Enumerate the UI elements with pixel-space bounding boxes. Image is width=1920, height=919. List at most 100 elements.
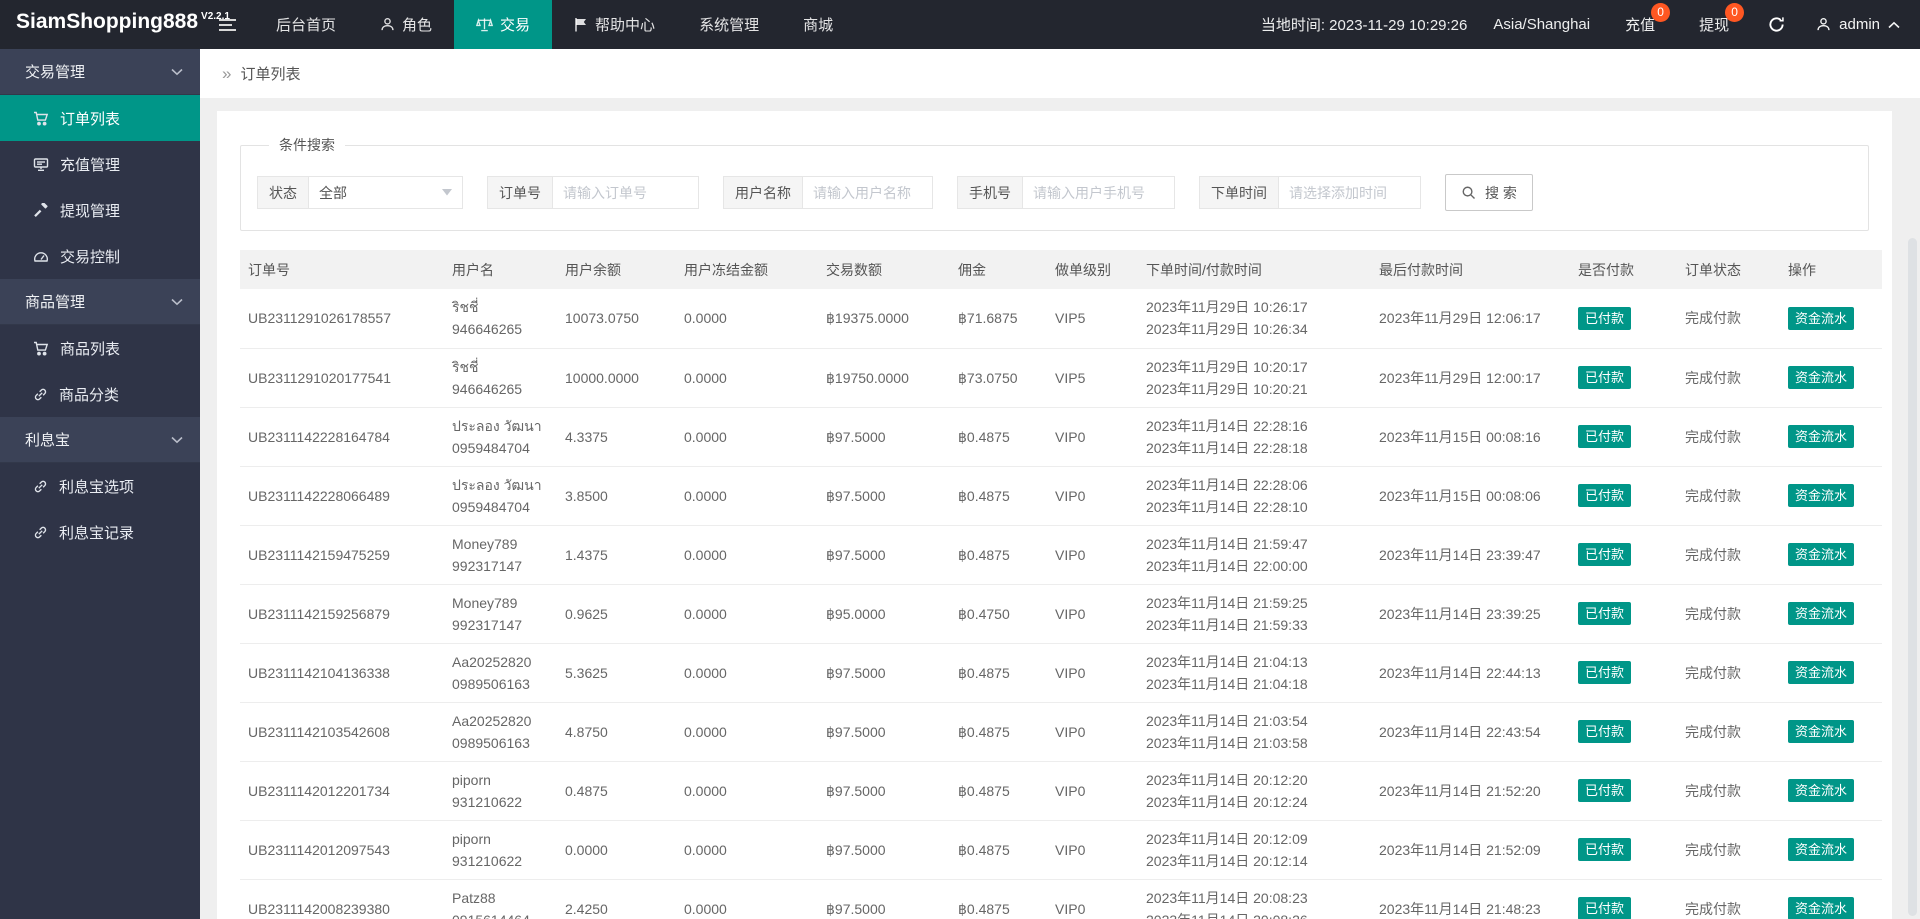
fund-flow-button[interactable]: 资金流水: [1788, 543, 1855, 566]
sidebar-item-order-list[interactable]: 订单列表: [0, 95, 200, 141]
sidebar-item-lixibao-records[interactable]: 利息宝记录: [0, 509, 200, 555]
paid-status-badge: 已付款: [1578, 602, 1632, 625]
col-frozen: 用户冻结金额: [676, 250, 818, 289]
table-row: UB2311142012201734 piporn 931210622 0.48…: [240, 761, 1882, 821]
col-amount: 交易数额: [818, 250, 950, 289]
sidebar-item-trade-control[interactable]: 交易控制: [0, 233, 200, 279]
vertical-scrollbar[interactable]: [1908, 238, 1917, 916]
status-select[interactable]: 全部: [308, 176, 463, 209]
admin-menu[interactable]: admin: [1802, 0, 1920, 49]
fund-flow-button[interactable]: 资金流水: [1788, 897, 1855, 919]
cart-icon: [33, 341, 49, 356]
cell-last-pay-time: 2023年11月14日 21:52:09: [1371, 820, 1570, 880]
search-button[interactable]: 搜 索: [1445, 174, 1533, 211]
nav-mall[interactable]: 商城: [781, 0, 855, 49]
chevron-down-icon: [171, 68, 183, 76]
nav-roles-label: 角色: [402, 17, 433, 34]
cell-paid: 已付款: [1570, 820, 1677, 880]
cell-paid: 已付款: [1570, 584, 1677, 644]
sidebar-item-label: 充值管理: [60, 156, 121, 174]
cell-last-pay-time: 2023年11月14日 21:48:23: [1371, 879, 1570, 919]
order-time-text: 2023年11月14日 22:28:16: [1146, 417, 1308, 434]
recharge-badge: 0: [1651, 3, 1671, 22]
phone-input[interactable]: [1022, 176, 1175, 209]
nav-home[interactable]: 后台首页: [254, 0, 358, 49]
nav-roles[interactable]: 角色: [358, 0, 454, 49]
order-status-text: 完成付款: [1685, 782, 1741, 799]
sidebar-item-recharge-mgmt[interactable]: 充值管理: [0, 141, 200, 187]
brand-name: SiamShopping888: [16, 10, 199, 33]
order-time-input[interactable]: [1278, 176, 1421, 209]
sidebar-group-lixibao[interactable]: 利息宝: [0, 417, 200, 463]
username-text: piporn: [452, 771, 491, 788]
nav-system-mgmt-label: 系统管理: [699, 17, 760, 34]
username-text: Aa20252820: [452, 653, 532, 670]
cell-paid: 已付款: [1570, 879, 1677, 919]
cell-level: VIP0: [1047, 643, 1138, 703]
user-id-text: 946646265: [452, 380, 523, 397]
cell-amount: ฿97.5000: [818, 820, 950, 880]
cell-frozen: 0.0000: [676, 466, 818, 526]
username-text: ริชชี่: [452, 358, 479, 375]
fund-flow-button[interactable]: 资金流水: [1788, 779, 1855, 802]
user-id-text: 0915614464: [452, 909, 549, 919]
col-order-no: 订单号: [240, 250, 444, 289]
withdraw-notification[interactable]: 提现 0: [1677, 0, 1751, 49]
user-id-text: 992317147: [452, 616, 523, 633]
fund-flow-button[interactable]: 资金流水: [1788, 425, 1855, 448]
cell-last-pay-time: 2023年11月15日 00:08:16: [1371, 407, 1570, 467]
cell-order-status: 完成付款: [1677, 820, 1780, 880]
cell-frozen: 0.0000: [676, 761, 818, 821]
nav-help-center[interactable]: 帮助中心: [552, 0, 677, 49]
cell-paid: 已付款: [1570, 289, 1677, 349]
sidebar-group-goods-mgmt[interactable]: 商品管理: [0, 279, 200, 325]
order-no-input[interactable]: [552, 176, 699, 209]
cell-commission: ฿0.4750: [950, 584, 1047, 644]
fund-flow-button[interactable]: 资金流水: [1788, 720, 1855, 743]
menu-fold-icon[interactable]: [200, 0, 254, 49]
user-id-text: 0989506163: [452, 675, 530, 692]
cell-last-pay-time: 2023年11月29日 12:00:17: [1371, 348, 1570, 408]
username-label: 用户名称: [723, 176, 802, 209]
status-label: 状态: [257, 176, 308, 209]
sidebar-item-goods-list[interactable]: 商品列表: [0, 325, 200, 371]
cell-order-pay-time: 2023年11月29日 10:20:17 2023年11月29日 10:20:2…: [1138, 348, 1371, 408]
nav-trade[interactable]: 交易: [454, 0, 553, 49]
sidebar-item-withdraw-mgmt[interactable]: 提现管理: [0, 187, 200, 233]
fund-flow-button[interactable]: 资金流水: [1788, 366, 1855, 389]
col-order-status: 订单状态: [1677, 250, 1780, 289]
topbar: SiamShopping888 V2.2.1 后台首页 角色 交易 帮助中心 系…: [0, 0, 1920, 49]
nav-system-mgmt[interactable]: 系统管理: [677, 0, 781, 49]
fund-flow-button[interactable]: 资金流水: [1788, 484, 1855, 507]
fund-flow-button[interactable]: 资金流水: [1788, 306, 1855, 330]
fund-flow-button[interactable]: 资金流水: [1788, 838, 1855, 861]
table-row: UB2311142159256879 Money789 992317147 0.…: [240, 584, 1882, 644]
cell-order-status: 完成付款: [1677, 407, 1780, 467]
pay-time-text: 2023年11月14日 21:03:58: [1146, 734, 1308, 751]
sidebar-item-goods-category[interactable]: 商品分类: [0, 371, 200, 417]
order-time-text: 2023年11月14日 20:08:23: [1146, 889, 1308, 906]
cell-balance: 0.9625: [557, 584, 676, 644]
cell-order-no: UB2311142159475259: [240, 525, 444, 585]
user-id-text: 0989506163: [452, 734, 530, 751]
cell-last-pay-time: 2023年11月14日 22:44:13: [1371, 643, 1570, 703]
gavel-icon: [33, 202, 49, 218]
order-time-text: 2023年11月29日 10:26:17: [1146, 299, 1308, 316]
sidebar-group-trade-mgmt[interactable]: 交易管理: [0, 49, 200, 95]
recharge-notification[interactable]: 充值 0: [1603, 0, 1677, 49]
local-time: 当地时间: 2023-11-29 10:29:26: [1260, 17, 1468, 34]
sidebar-item-label: 利息宝记录: [59, 524, 135, 542]
cell-actions: 资金流水: [1780, 525, 1882, 585]
order-no-label: 订单号: [487, 176, 552, 209]
orders-card: 条件搜索 状态 全部 订单号 请输入订单号 用户名称 请输入用户名称 手机号 请…: [217, 111, 1892, 919]
sidebar-item-lixibao-options[interactable]: 利息宝选项: [0, 463, 200, 509]
username-input[interactable]: [802, 176, 933, 209]
fund-flow-button[interactable]: 资金流水: [1788, 602, 1855, 625]
cell-amount: ฿97.5000: [818, 466, 950, 526]
fund-flow-button[interactable]: 资金流水: [1788, 661, 1855, 684]
username-text: Money789: [452, 594, 518, 611]
sidebar-item-label: 利息宝选项: [59, 478, 135, 496]
chevron-down-icon: [171, 436, 183, 444]
cell-order-no: UB2311142103542608: [240, 702, 444, 762]
refresh-icon[interactable]: [1751, 0, 1802, 49]
